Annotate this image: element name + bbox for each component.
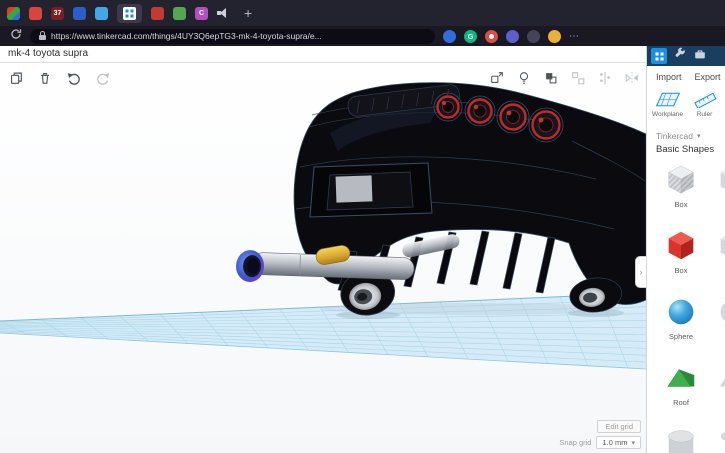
- shape-label: Box: [674, 200, 688, 209]
- shape-label: Roof: [673, 398, 689, 407]
- shape-grid: Box Box Sphere Roof: [647, 158, 725, 453]
- browser-extensions: G ⋯: [443, 29, 580, 43]
- box-red-icon: [668, 231, 694, 260]
- viewport: › Edit grid Snap grid 1.0 mm ▾: [0, 63, 646, 453]
- browser-address-bar: https://www.tinkercad.com/things/4UY3Q6e…: [0, 26, 725, 46]
- box-gray-icon: [720, 170, 725, 189]
- url-field[interactable]: https://www.tinkercad.com/things/4UY3Q6e…: [30, 28, 435, 44]
- box-gray-icon: [720, 236, 725, 255]
- workplane-label: Workplane: [652, 111, 683, 118]
- export-button[interactable]: Export: [695, 72, 721, 82]
- grid-controls: Edit grid Snap grid 1.0 mm ▾: [559, 420, 641, 449]
- ruler-label: Ruler: [696, 111, 713, 118]
- group-button[interactable]: [542, 69, 560, 87]
- extension-green-icon[interactable]: G: [464, 29, 477, 43]
- shape-gray-icon: [720, 302, 725, 322]
- license-recess: [309, 162, 433, 218]
- tab-purple[interactable]: C: [195, 6, 208, 20]
- new-tab-button[interactable]: +: [244, 6, 252, 20]
- import-export-row: Import Export: [647, 66, 725, 88]
- box-striped-icon: [668, 165, 694, 194]
- supra-model[interactable]: [235, 82, 646, 319]
- panel-collapse-handle[interactable]: ›: [635, 256, 646, 288]
- tab-maroon[interactable]: 37: [51, 6, 64, 20]
- ungroup-button[interactable]: [569, 69, 587, 87]
- tab-green[interactable]: [173, 6, 186, 20]
- roof-icon: [667, 368, 695, 387]
- tab-lightblue[interactable]: [95, 6, 108, 20]
- browser-tab-bar: 37 C +: [0, 0, 725, 26]
- workplane-icon: [655, 92, 680, 107]
- profile-avatar[interactable]: [548, 29, 561, 43]
- shape-partial-col2[interactable]: [707, 422, 725, 453]
- mirror-button[interactable]: [623, 69, 641, 87]
- toolbox-icon[interactable]: [693, 47, 707, 66]
- tab-blue[interactable]: [73, 6, 86, 20]
- chevron-down-icon: ▾: [697, 133, 701, 140]
- shape-roof[interactable]: Roof: [655, 356, 707, 422]
- 3d-scene[interactable]: [0, 63, 646, 453]
- tab-redcube[interactable]: [151, 6, 164, 20]
- shape-label: Box: [674, 266, 688, 275]
- tab-red[interactable]: [29, 6, 42, 20]
- camera-extension-icon[interactable]: [485, 29, 498, 43]
- shape-gray-icon: [720, 432, 725, 441]
- browser-window: 37 C + https://www.tinkercad.com/things/…: [0, 0, 725, 453]
- sphere-icon: [668, 299, 694, 325]
- chevron-right-icon: ›: [639, 267, 643, 277]
- wrench-icon[interactable]: [673, 47, 687, 66]
- align-button[interactable]: [596, 69, 614, 87]
- design-title-bar: mk-4 toyota supra: [0, 46, 646, 63]
- import-button[interactable]: Import: [656, 72, 682, 82]
- refresh-icon[interactable]: [10, 27, 22, 45]
- snap-grid-select[interactable]: 1.0 mm ▾: [596, 436, 641, 449]
- shape-library-dropdown[interactable]: Tinkercad ▾: [647, 128, 725, 141]
- shape-partial-col2[interactable]: [707, 224, 725, 290]
- shape-partial-col2[interactable]: [707, 290, 725, 356]
- design-title[interactable]: mk-4 toyota supra: [8, 48, 88, 59]
- redo-button[interactable]: [94, 69, 112, 87]
- tab-gizmo[interactable]: [7, 6, 20, 20]
- shape-box-striped[interactable]: Box: [655, 158, 707, 224]
- shape-label: Sphere: [668, 332, 694, 341]
- workplane-tool[interactable]: Workplane: [651, 91, 684, 128]
- shape-sphere[interactable]: Sphere: [655, 290, 707, 356]
- shape-box-red[interactable]: Box: [655, 224, 707, 290]
- url-text: https://www.tinkercad.com/things/4UY3Q6e…: [51, 31, 322, 41]
- undo-button[interactable]: [65, 69, 83, 87]
- shape-partial-col2[interactable]: [707, 158, 725, 224]
- cylinder-icon: [668, 430, 694, 453]
- extension-blue-icon[interactable]: [443, 29, 456, 43]
- tinkercad-favicon-icon: [123, 6, 136, 20]
- edit-toolbar: [7, 69, 112, 87]
- browser-menu-icon[interactable]: ⋯: [569, 31, 580, 42]
- shapes-sidebar: Import Export Workplane Ruler Tinkercad …: [646, 46, 725, 453]
- show-all-bulb-icon[interactable]: [515, 69, 533, 87]
- helper-tools: Workplane Ruler: [647, 88, 725, 128]
- tab-purple-label: C: [198, 9, 205, 17]
- lock-icon: [39, 31, 46, 40]
- chevron-down-icon: ▾: [631, 439, 635, 447]
- apps-grid-button[interactable]: [651, 48, 667, 64]
- ruler-tool[interactable]: Ruler: [688, 91, 721, 128]
- copy-button[interactable]: [7, 69, 25, 87]
- shape-partial-col2[interactable]: [707, 356, 725, 422]
- sidebar-header: [647, 46, 725, 66]
- tab-maroon-label: 37: [53, 9, 62, 17]
- edit-grid-button[interactable]: Edit grid: [597, 420, 641, 433]
- arrange-toolbar: [488, 69, 641, 87]
- hide-icon[interactable]: [488, 69, 506, 87]
- snap-grid-label: Snap grid: [559, 438, 592, 447]
- extension-dark-icon[interactable]: [527, 29, 540, 43]
- ruler-icon: [693, 92, 717, 108]
- shape-cylinder-partial[interactable]: [655, 422, 707, 453]
- delete-button[interactable]: [36, 69, 54, 87]
- tab-tinkercad-active[interactable]: [117, 3, 142, 23]
- tab-audio-speaker-icon[interactable]: [217, 7, 229, 19]
- extension-indigo-icon[interactable]: [506, 29, 519, 43]
- shape-gray-icon: [719, 378, 725, 387]
